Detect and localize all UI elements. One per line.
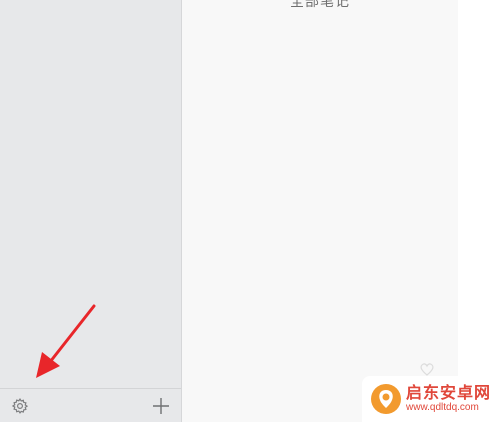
add-note-button[interactable] [151, 396, 171, 416]
page-title: 全部笔记 [290, 0, 350, 9]
gear-icon [11, 397, 29, 414]
settings-button[interactable] [10, 396, 30, 416]
watermark-brand: 启东安卓网 [406, 384, 492, 402]
sidebar [0, 0, 182, 422]
watermark: 启东安卓网 www.qdltdq.com [362, 376, 500, 422]
app-window: 全部笔记 启东安卓网 www.qdltdq.com [0, 0, 500, 422]
plus-icon [153, 397, 169, 414]
sidebar-footer [0, 388, 181, 422]
right-edge [458, 0, 500, 422]
watermark-text: 启东安卓网 www.qdltdq.com [406, 385, 491, 414]
watermark-logo-icon [371, 384, 401, 414]
note-list-pane: 全部笔记 [182, 0, 458, 422]
watermark-url: www.qdltdq.com [406, 402, 479, 414]
